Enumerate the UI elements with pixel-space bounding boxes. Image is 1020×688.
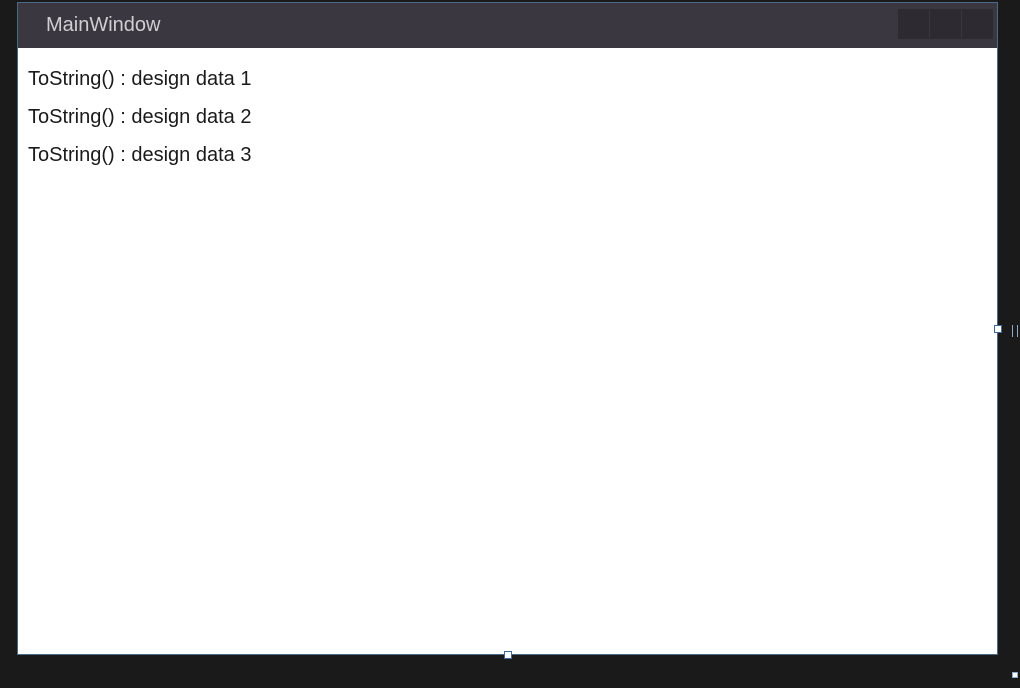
close-button[interactable]	[962, 9, 993, 39]
corner-handle-icon[interactable]	[1012, 672, 1018, 678]
list-item[interactable]: ToString() : design data 1	[28, 60, 987, 98]
list-item[interactable]: ToString() : design data 3	[28, 136, 987, 174]
maximize-button[interactable]	[930, 9, 961, 39]
window-title: MainWindow	[46, 14, 160, 37]
client-area[interactable]: ToString() : design data 1 ToString() : …	[18, 48, 997, 654]
window-button-group	[898, 3, 997, 48]
designer-frame[interactable]: MainWindow ToString() : design data 1 To…	[17, 2, 998, 655]
titlebar[interactable]: MainWindow	[18, 3, 997, 48]
list-item-label: ToString() : design data 1	[28, 68, 251, 90]
minimize-button[interactable]	[898, 9, 929, 39]
resize-handle-right-icon[interactable]	[994, 325, 1002, 333]
list-item[interactable]: ToString() : design data 2	[28, 98, 987, 136]
list-item-label: ToString() : design data 2	[28, 106, 251, 128]
list-item-label: ToString() : design data 3	[28, 144, 251, 166]
snap-guide-icon	[1012, 325, 1018, 337]
resize-handle-bottom-icon[interactable]	[504, 651, 512, 659]
